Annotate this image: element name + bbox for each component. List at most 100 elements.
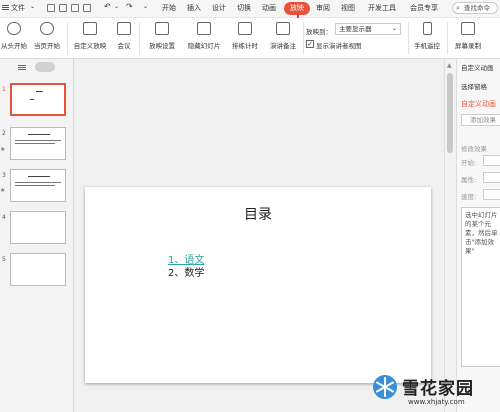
preview-icon[interactable] xyxy=(83,4,91,12)
start-select[interactable] xyxy=(483,155,500,166)
watermark: 雪花家园 www.xhjaty.com xyxy=(372,372,498,410)
menu-file[interactable]: 文件 xyxy=(11,3,25,13)
save-icon[interactable] xyxy=(47,4,55,12)
slide-number: 5 xyxy=(2,256,6,263)
speaker-notes-button[interactable]: 演讲备注 xyxy=(266,20,300,56)
speed-select[interactable] xyxy=(483,189,500,200)
ribbon: 从头开始 当页开始 自定义放映 会议 放映设置 隐藏幻灯片 排练计时 演讲备注 … xyxy=(0,18,500,59)
tab-animation[interactable]: 动画 xyxy=(262,3,276,13)
hide-slide-button[interactable]: 隐藏幻灯片 xyxy=(183,20,225,56)
tab-developer[interactable]: 开发工具 xyxy=(368,3,396,13)
presenter-view-checkbox[interactable]: ✓ xyxy=(306,40,314,48)
custom-show-label: 自定义放映 xyxy=(73,42,107,50)
tab-start[interactable]: 开始 xyxy=(162,3,176,13)
meeting-label: 会议 xyxy=(117,42,131,50)
print-icon[interactable] xyxy=(59,4,67,12)
presenter-view-label: 显示演讲者视图 xyxy=(316,42,362,50)
thumb-title xyxy=(28,134,50,135)
from-start-button[interactable]: 从头开始 xyxy=(0,20,28,56)
snowflake-logo-icon xyxy=(372,374,398,400)
custom-show-button[interactable]: 自定义放映 xyxy=(70,20,110,56)
monitor-icon xyxy=(155,22,169,35)
custom-animation-pane: 自定义动画 选择窗格 自定义动画 添加效果 修改效果 开始: 属性: 速度: 选… xyxy=(456,59,500,412)
slide-thumbnail-2[interactable] xyxy=(10,127,66,160)
animation-star-icon: ★ xyxy=(0,187,6,194)
slide-list-item-1[interactable]: 1、语文 xyxy=(168,255,204,267)
slide-title[interactable]: 目录 xyxy=(85,204,431,224)
tab-view[interactable]: 视图 xyxy=(341,3,355,13)
slide-canvas: 目录 1、语文 2、数学 xyxy=(74,59,444,412)
play-icon xyxy=(7,22,21,35)
record-icon xyxy=(461,22,475,35)
animation-star-icon: ★ xyxy=(0,146,6,153)
tab-insert[interactable]: 插入 xyxy=(187,3,201,13)
notes-icon xyxy=(276,22,290,35)
hide-slide-icon xyxy=(197,22,211,35)
rehearse-button[interactable]: 排练计时 xyxy=(227,20,263,56)
thumb-text xyxy=(15,182,61,183)
property-select[interactable] xyxy=(483,172,500,183)
slide-thumbnail-5[interactable] xyxy=(10,253,66,286)
animation-list[interactable]: 选中幻灯片的某个元素，然后单击"添加效果" xyxy=(461,207,500,367)
chevron-down-icon: ⌄ xyxy=(391,25,397,32)
screen-record-button[interactable]: 屏幕录制 xyxy=(451,20,485,56)
scroll-up-icon[interactable]: ▲ xyxy=(447,62,452,69)
custom-show-icon xyxy=(83,22,97,35)
redo-icon[interactable]: ↷ xyxy=(126,2,133,11)
thumb-text xyxy=(15,185,55,186)
vertical-scrollbar[interactable]: ▲ xyxy=(444,59,456,412)
from-current-button[interactable]: 当页开始 xyxy=(30,20,64,56)
phone-remote-button[interactable]: 手机遥控 xyxy=(410,20,444,56)
rehearse-label: 排练计时 xyxy=(232,42,258,50)
menu-bar: 文件 ⌄ ↶ ⌄ ↷ ⌄ 开始 插入 设计 切换 动画 放映 审阅 视图 开发工… xyxy=(0,0,500,18)
show-settings-button[interactable]: 放映设置 xyxy=(143,20,181,56)
show-to-select[interactable]: 主要显示器 ⌄ xyxy=(335,23,401,35)
show-to-value: 主要显示器 xyxy=(339,25,372,33)
speed-label: 速度: xyxy=(461,193,477,201)
slide-thumbnail-3[interactable] xyxy=(10,169,66,202)
tab-review[interactable]: 审阅 xyxy=(316,3,330,13)
thumb-text xyxy=(30,99,34,100)
search-command-input[interactable]: ⌕ 查找命令 xyxy=(452,2,498,14)
animation-hint-text: 选中幻灯片的某个元素，然后单击"添加效果" xyxy=(465,211,498,255)
more-icon[interactable]: ⌄ xyxy=(143,3,148,10)
undo-icon[interactable]: ↶ xyxy=(104,2,111,11)
phone-icon xyxy=(422,22,432,35)
search-icon: ⌕ xyxy=(456,4,460,12)
divider xyxy=(408,22,409,54)
slide-thumbnail-1[interactable] xyxy=(10,83,66,116)
hide-slide-label: 隐藏幻灯片 xyxy=(187,42,221,50)
select-pane-link[interactable]: 选择窗格 xyxy=(461,81,487,91)
add-effect-button[interactable]: 添加效果 xyxy=(461,114,500,126)
divider xyxy=(303,22,304,54)
tab-transition[interactable]: 切换 xyxy=(237,3,251,13)
phone-remote-label: 手机遥控 xyxy=(414,42,440,50)
screen-record-label: 屏幕录制 xyxy=(455,42,481,50)
slide-number: 4 xyxy=(2,214,6,221)
scrollbar-thumb[interactable] xyxy=(447,73,453,153)
thumbnail-view-icon[interactable] xyxy=(35,62,55,72)
from-start-label: 从头开始 xyxy=(1,42,27,50)
slide-number: 3 xyxy=(2,172,6,179)
slide-list-item-2[interactable]: 2、数学 xyxy=(168,268,204,280)
speaker-notes-label: 演讲备注 xyxy=(270,42,296,50)
start-label: 开始: xyxy=(461,159,477,167)
tab-member[interactable]: 会员专享 xyxy=(410,3,438,13)
thumb-title xyxy=(28,176,50,177)
chevron-down-icon[interactable]: ⌄ xyxy=(114,3,119,10)
thumb-text xyxy=(15,143,55,144)
property-label: 属性: xyxy=(461,176,477,184)
current-slide[interactable]: 目录 1、语文 2、数学 xyxy=(85,187,431,383)
show-to-label: 放映到： xyxy=(306,28,332,36)
slide-number: 1 xyxy=(2,86,6,93)
export-icon[interactable] xyxy=(71,4,79,12)
slide-thumbnail-4[interactable] xyxy=(10,211,66,244)
hamburger-icon[interactable] xyxy=(2,5,9,6)
list-view-icon[interactable] xyxy=(18,65,26,66)
meeting-button[interactable]: 会议 xyxy=(112,20,136,56)
tab-design[interactable]: 设计 xyxy=(212,3,226,13)
chevron-down-icon[interactable]: ⌄ xyxy=(30,3,35,10)
custom-animation-title: 自定义动画 xyxy=(461,100,496,108)
divider xyxy=(67,22,68,54)
play-current-icon xyxy=(40,22,54,35)
